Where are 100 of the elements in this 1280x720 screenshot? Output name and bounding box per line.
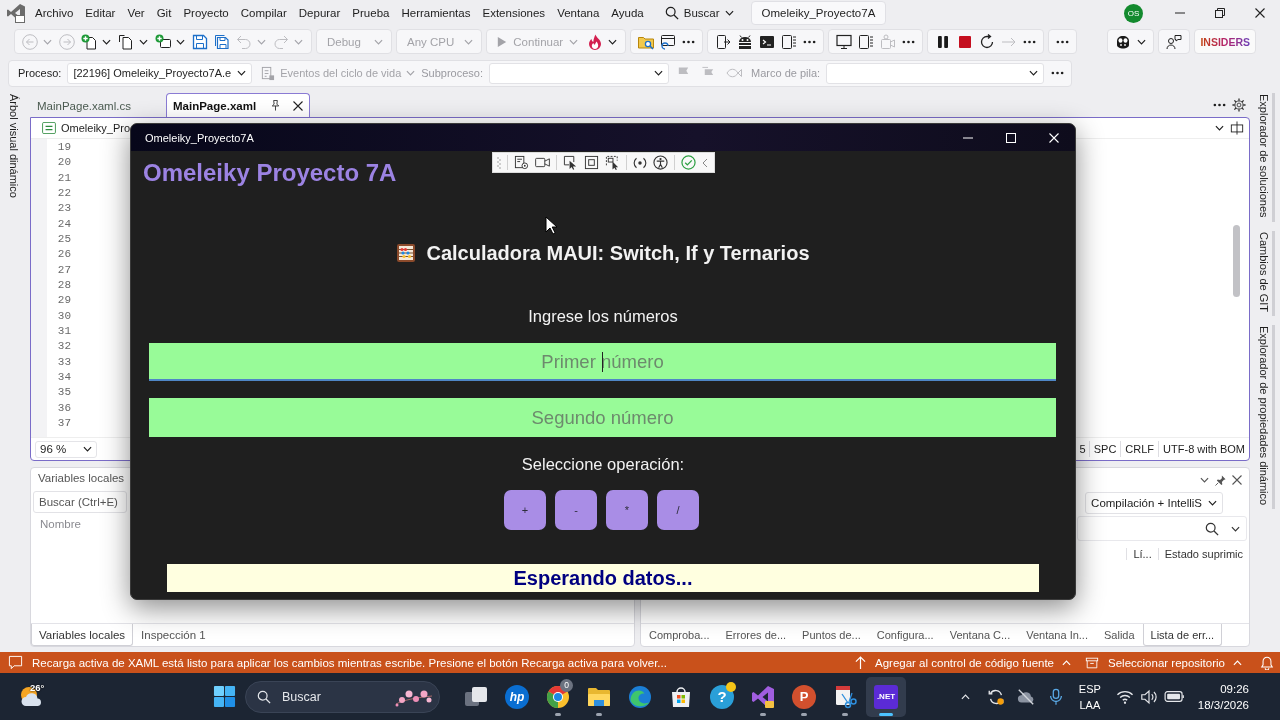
- panel-tab[interactable]: Lista de err...: [1142, 624, 1223, 646]
- caret-icon[interactable]: [1215, 125, 1224, 131]
- person-chat-icon[interactable]: [1166, 33, 1183, 50]
- tablet-icon[interactable]: [858, 33, 875, 50]
- column-header[interactable]: Lí...: [1126, 548, 1158, 560]
- more-icon[interactable]: [902, 39, 916, 44]
- close-icon[interactable]: [293, 100, 304, 111]
- column-header[interactable]: Estado suprimic: [1157, 548, 1249, 560]
- search-button[interactable]: Buscar: [661, 3, 737, 23]
- search-field[interactable]: Buscar: [245, 680, 440, 713]
- status-item[interactable]: 5: [1079, 441, 1089, 457]
- video-camera-icon[interactable]: [535, 157, 550, 168]
- restart-icon[interactable]: [979, 33, 996, 50]
- clock-date[interactable]: 18/3/2026: [1197, 696, 1249, 713]
- split-view-icon[interactable]: [1230, 121, 1244, 135]
- panel-tab[interactable]: Ventana In...: [1018, 624, 1096, 646]
- save-all-icon[interactable]: [214, 33, 230, 50]
- operation-button[interactable]: *: [606, 490, 648, 530]
- menu-item[interactable]: Archivo: [29, 4, 80, 22]
- taskbar-button[interactable]: hp: [497, 676, 537, 717]
- side-tab[interactable]: Árbol visual dinámico: [8, 93, 20, 202]
- panel-tab[interactable]: Configura...: [868, 624, 942, 646]
- sync-icon[interactable]: [986, 687, 1005, 706]
- close-icon[interactable]: [1255, 8, 1265, 18]
- side-tab[interactable]: Explorador de soluciones: [1258, 93, 1275, 222]
- menu-item[interactable]: Ver: [121, 4, 151, 22]
- menu-item[interactable]: Prueba: [346, 4, 396, 22]
- caret-icon[interactable]: [176, 38, 185, 45]
- accessibility-icon[interactable]: [653, 155, 668, 170]
- menu-item[interactable]: Herramientas: [395, 4, 477, 22]
- panel-tab[interactable]: Inspección 1: [133, 624, 214, 646]
- operation-button[interactable]: /: [657, 490, 699, 530]
- new-document-icon[interactable]: [81, 33, 97, 50]
- goggles-face-icon[interactable]: [1115, 33, 1132, 50]
- speaker-icon[interactable]: [1139, 687, 1158, 706]
- more-icon[interactable]: [1051, 71, 1065, 75]
- insiders-badge[interactable]: INSIDERS: [1194, 29, 1256, 54]
- settings-icon[interactable]: [1232, 97, 1246, 112]
- status-item[interactable]: UTF-8 with BOM: [1158, 441, 1249, 457]
- document-tab[interactable]: MainPage.xaml.cs: [30, 93, 162, 117]
- number-entry[interactable]: Primer número: [149, 343, 1056, 381]
- account-avatar[interactable]: OS: [1124, 3, 1143, 23]
- caret-icon[interactable]: [608, 38, 618, 45]
- check-circle-icon[interactable]: [681, 155, 696, 170]
- select-element-icon[interactable]: [563, 155, 578, 170]
- pin-icon[interactable]: [1215, 474, 1226, 486]
- status-item[interactable]: SPC: [1088, 441, 1121, 457]
- save-icon[interactable]: [192, 33, 208, 50]
- stop-icon[interactable]: [957, 33, 974, 50]
- caret-up-icon[interactable]: [960, 693, 970, 700]
- terminal-icon[interactable]: [759, 33, 776, 50]
- scope-dropdown[interactable]: Omeleiky_Pro: [39, 119, 128, 137]
- more-icon[interactable]: [803, 39, 817, 44]
- focus-pointer-icon[interactable]: [605, 155, 620, 170]
- status-action[interactable]: Agregar al control de código fuente: [875, 656, 1054, 669]
- clock-time[interactable]: 09:26: [1220, 680, 1249, 697]
- column-header[interactable]: Nombre: [31, 518, 81, 530]
- restore-icon[interactable]: [1215, 8, 1225, 18]
- menu-item[interactable]: Compilar: [234, 4, 293, 22]
- maximize-icon[interactable]: [1005, 132, 1016, 143]
- document-gear-icon[interactable]: [514, 155, 529, 170]
- robot-icon[interactable]: [737, 33, 754, 50]
- browser-window-icon[interactable]: [660, 33, 677, 50]
- taskbar-button[interactable]: P: [784, 676, 824, 717]
- taskbar-button[interactable]: 0: [538, 676, 578, 717]
- menu-item[interactable]: Editar: [79, 4, 122, 22]
- menu-item[interactable]: Ventana: [551, 4, 606, 22]
- battery-icon[interactable]: [1163, 691, 1185, 702]
- caret-icon[interactable]: [1200, 477, 1209, 483]
- status-item[interactable]: CRLF: [1120, 441, 1159, 457]
- zoom-dropdown[interactable]: 96 %: [35, 440, 97, 458]
- input-language[interactable]: ESP: [1078, 680, 1101, 697]
- more-icon[interactable]: [1023, 39, 1037, 44]
- pin-icon[interactable]: [270, 100, 282, 111]
- menu-item[interactable]: Git: [150, 4, 178, 22]
- document-icon[interactable]: [118, 33, 134, 50]
- menu-item[interactable]: Proyecto: [177, 4, 235, 22]
- number-entry[interactable]: Segundo número: [149, 398, 1056, 437]
- side-tab[interactable]: Explorador de propiedades dinámico: [1258, 324, 1275, 509]
- chevron-left-icon[interactable]: [702, 157, 708, 168]
- nested-squares-icon[interactable]: [584, 155, 599, 170]
- side-tab[interactable]: Cambios de GIT: [1258, 230, 1275, 316]
- phone-arrow-icon[interactable]: [715, 33, 732, 50]
- start-icon[interactable]: [212, 685, 236, 708]
- panel-tab[interactable]: Ventana C...: [941, 624, 1019, 646]
- taskbar-button[interactable]: .NET: [866, 676, 906, 717]
- cloud-off-icon[interactable]: [1016, 687, 1035, 706]
- menu-item[interactable]: Depurar: [292, 4, 347, 22]
- flame-icon[interactable]: [587, 33, 604, 50]
- more-icon[interactable]: [682, 39, 696, 44]
- add-item-icon[interactable]: [155, 33, 171, 50]
- scrollbar-thumb[interactable]: [1233, 225, 1240, 297]
- panel-tab[interactable]: Variables locales: [31, 624, 134, 646]
- operation-button[interactable]: -: [555, 490, 597, 530]
- close-icon[interactable]: [1232, 475, 1242, 485]
- wifi-icon[interactable]: [1115, 688, 1134, 705]
- document-tab[interactable]: MainPage.xaml: [166, 93, 311, 117]
- comment-icon[interactable]: [8, 655, 23, 670]
- panel-tab[interactable]: Comproba...: [641, 624, 718, 646]
- filter-dropdown[interactable]: Compilación + IntelliS: [1085, 492, 1223, 514]
